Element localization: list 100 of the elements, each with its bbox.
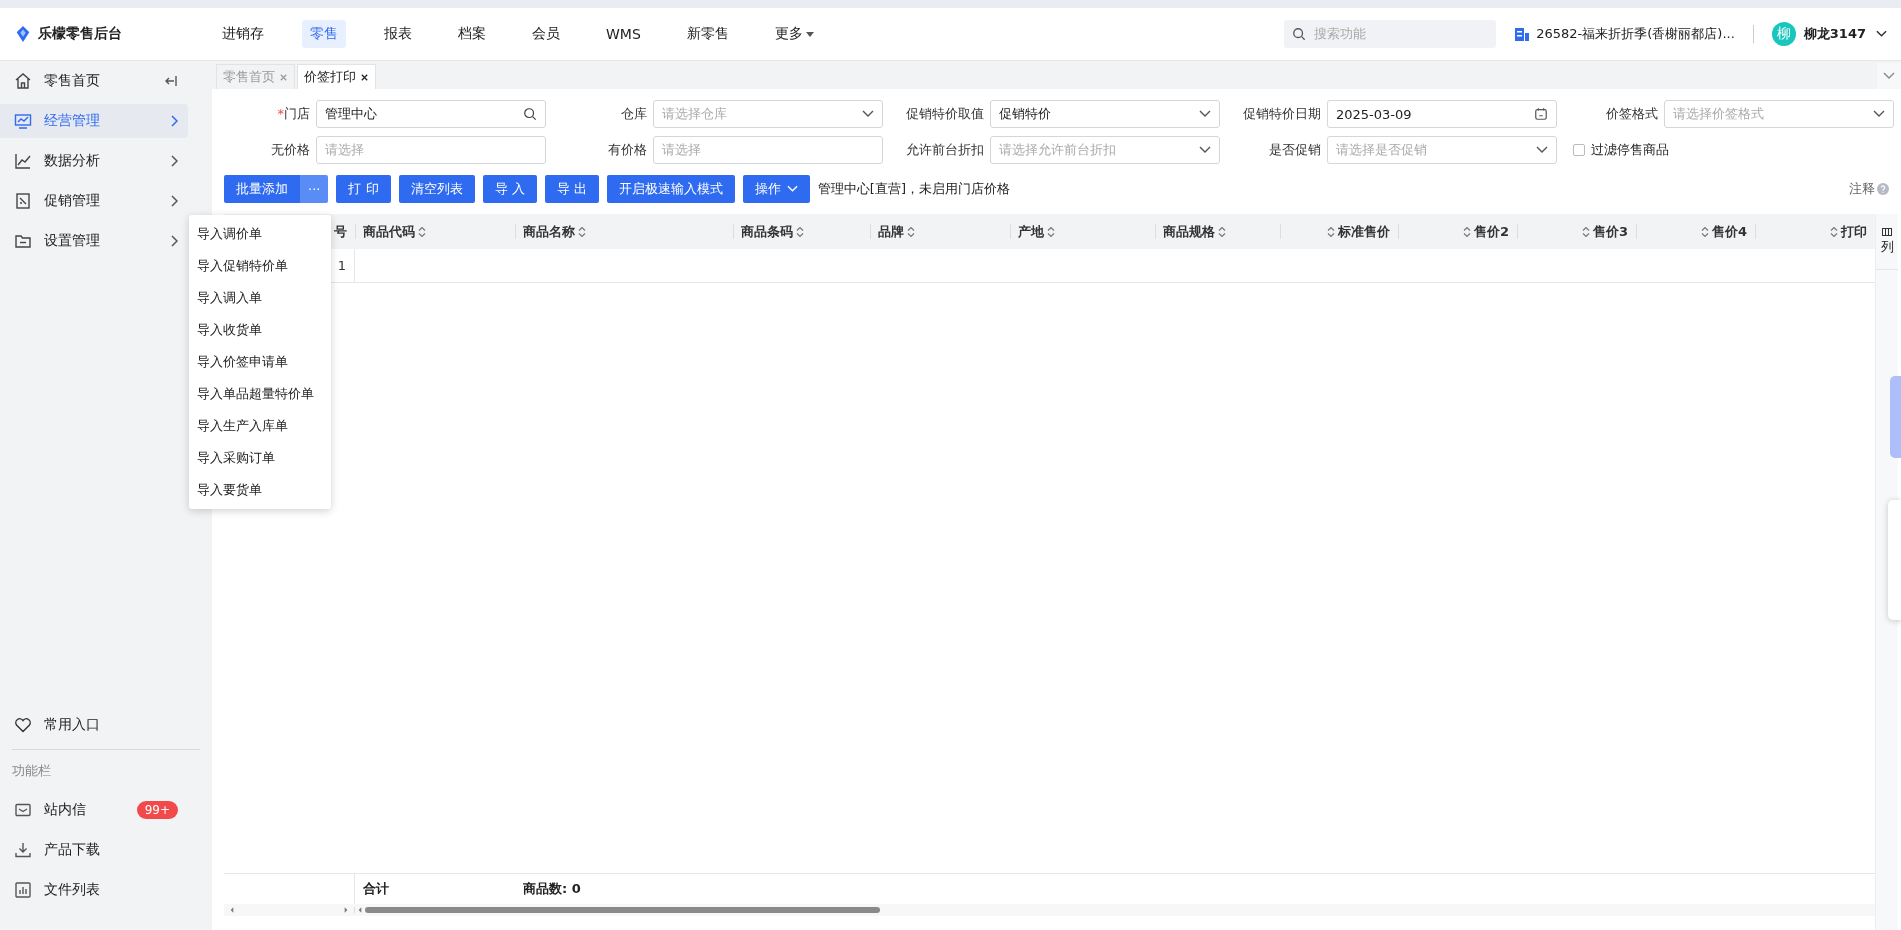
page-tab[interactable]: 价签打印 (297, 64, 376, 89)
sidebar-item[interactable]: 促销管理 (0, 184, 188, 218)
menu-item[interactable]: 导入调入单 (189, 282, 331, 314)
menu-item[interactable]: 导入生产入库单 (189, 410, 331, 442)
filter-label: *门店 (276, 105, 310, 123)
column-header[interactable]: 商品条码 (741, 222, 804, 241)
sort-icon[interactable] (1218, 225, 1226, 238)
toolbar-button[interactable]: 清空列表 (398, 175, 475, 203)
unread-badge: 99+ (136, 801, 178, 819)
help-link[interactable]: 注释 (1849, 180, 1875, 198)
sidebar-item[interactable]: 产品下载 (0, 833, 188, 867)
sort-icon[interactable] (796, 225, 804, 238)
toolbar-button[interactable]: 导 出 (544, 175, 599, 203)
column-header[interactable]: 售价4 (1700, 222, 1747, 241)
sidebar-item[interactable]: 零售首页 (0, 64, 188, 98)
toolbar-button[interactable]: 导 入 (482, 175, 537, 203)
sidebar-item[interactable]: 常用入口 (0, 708, 188, 742)
sort-icon[interactable] (418, 225, 426, 238)
total-label: 合计 (363, 880, 389, 898)
nav-item[interactable]: 零售 (302, 20, 346, 48)
sidebar-item[interactable]: 经营管理 (0, 104, 188, 138)
column-header[interactable]: 商品规格 (1163, 222, 1226, 241)
sort-icon[interactable] (1327, 225, 1335, 238)
search-icon (1292, 27, 1307, 41)
nav-item[interactable]: 会员 (524, 20, 568, 48)
sort-icon[interactable] (907, 225, 915, 238)
store-note: 管理中心[直营]，未启用门店价格 (817, 180, 1010, 198)
collapse-icon[interactable] (164, 75, 178, 87)
column-header[interactable]: 产地 (1018, 222, 1055, 241)
input-field[interactable]: 管理中心 (316, 100, 546, 128)
menu-item[interactable]: 导入价签申请单 (189, 346, 331, 378)
chevron-down-icon (862, 110, 874, 118)
batch-add-button[interactable]: 批量添加 (224, 175, 300, 203)
toolbar-button[interactable]: 打 印 (336, 175, 391, 203)
chevron-down-icon (1873, 110, 1885, 118)
close-icon[interactable] (360, 72, 369, 82)
sort-icon[interactable] (1581, 225, 1590, 238)
sidebar-item[interactable]: 站内信 99+ (0, 793, 188, 827)
filter-checkbox[interactable]: 过滤停售商品 (1573, 141, 1669, 159)
user-name[interactable]: 柳龙3147 (1803, 25, 1866, 43)
nav-item[interactable]: WMS (598, 20, 649, 48)
select-field[interactable]: 促销特价 (990, 100, 1220, 128)
menu-item[interactable]: 导入促销特价单 (189, 250, 331, 282)
caret-icon[interactable] (1876, 30, 1887, 38)
chevron-down-icon (1883, 72, 1895, 80)
sort-icon[interactable] (1830, 225, 1838, 238)
chevron-icon (170, 155, 178, 167)
calendar-icon[interactable] (1534, 107, 1548, 121)
scroll-left-icon[interactable] (358, 907, 362, 913)
column-header[interactable]: 商品名称 (523, 222, 586, 241)
menu-item[interactable]: 导入调价单 (189, 218, 331, 250)
sidebar-item[interactable]: 数据分析 (0, 144, 188, 178)
sort-icon[interactable] (1047, 225, 1055, 238)
menu-item[interactable]: 导入单品超量特价单 (189, 378, 331, 410)
chevron-icon (170, 235, 178, 247)
download-icon (14, 841, 32, 859)
scrollbar-thumb[interactable] (365, 907, 880, 913)
document-icon (14, 192, 32, 210)
app-title: 乐檬零售后台 (38, 25, 122, 43)
column-header[interactable]: 品牌 (878, 222, 915, 241)
tabs-menu-button[interactable] (1877, 63, 1901, 89)
nav-item[interactable]: 档案 (450, 20, 494, 48)
nav-item[interactable]: 更多 (766, 20, 822, 48)
logo-icon (14, 25, 32, 43)
filter-label: 仓库 (620, 105, 647, 123)
column-header[interactable]: 售价2 (1462, 222, 1509, 241)
scroll-right-icon[interactable] (344, 907, 348, 913)
row-number: 1 (337, 258, 346, 273)
scroll-left-icon[interactable] (230, 907, 234, 913)
folder-icon (14, 232, 32, 250)
column-header[interactable]: 标准售价 (1327, 222, 1390, 241)
envelope-icon (14, 801, 32, 819)
column-header[interactable]: 售价3 (1581, 222, 1628, 241)
action-dropdown-button[interactable]: 操作 (742, 175, 810, 203)
date-field[interactable]: 2025-03-09 (1327, 100, 1557, 128)
store-name[interactable]: 26582-福来折折季(香榭丽都店)... (1536, 25, 1735, 43)
monitor-icon (14, 112, 32, 130)
sort-icon[interactable] (578, 225, 586, 238)
column-header[interactable]: 商品代码 (363, 222, 426, 241)
sidebar-item[interactable]: 文件列表 (0, 873, 188, 907)
column-header[interactable]: 打印 (1830, 222, 1867, 241)
sort-icon[interactable] (1700, 225, 1709, 238)
menu-item[interactable]: 导入收货单 (189, 314, 331, 346)
nav-item[interactable]: 新零售 (678, 20, 737, 48)
section-title: 功能栏 (11, 762, 52, 780)
item-count: 商品数: 0 (523, 880, 581, 898)
sort-icon[interactable] (1462, 225, 1471, 238)
nav-item[interactable]: 报表 (376, 20, 420, 48)
search-icon[interactable] (523, 107, 537, 121)
column-header[interactable]: 号 (334, 222, 347, 241)
column-settings-button[interactable]: 列 (1876, 214, 1898, 270)
help-icon[interactable] (1877, 183, 1889, 195)
chevron-down-icon (1199, 146, 1211, 154)
menu-item[interactable]: 导入采购订单 (189, 442, 331, 474)
menu-item[interactable]: 导入要货单 (189, 474, 331, 506)
filter-label: 无价格 (270, 141, 310, 159)
nav-item[interactable]: 进销存 (214, 20, 272, 48)
toolbar-button[interactable]: 开启极速输入模式 (606, 175, 735, 203)
sidebar-item[interactable]: 设置管理 (0, 224, 188, 258)
filter-label: 促销特价日期 (1242, 105, 1321, 123)
